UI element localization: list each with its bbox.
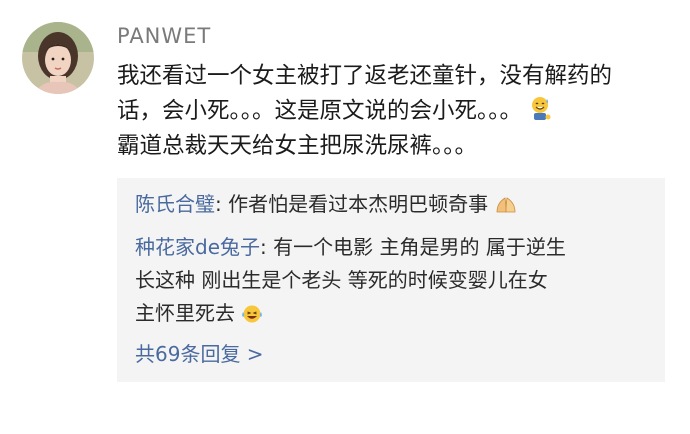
comment-line: 话，会小死。。。这是原文说的会小死。。。: [117, 94, 677, 129]
reply-separator: :: [260, 235, 274, 259]
reply-line: 主怀里死去: [135, 297, 655, 330]
reply-item: 种花家de兔子: 有一个电影 主角是男的 属于逆生 长这种 刚出生是个老头 等死…: [135, 231, 655, 330]
reply-text: 有一个电影 主角是男的 属于逆生: [273, 235, 566, 259]
reply-username[interactable]: 陈氏合璧: [135, 192, 215, 216]
sweat-smile-icon: [528, 96, 552, 122]
comment-line: 我还看过一个女主被打了返老还童针，没有解药的: [117, 63, 613, 89]
reply-line: 种花家de兔子: 有一个电影 主角是男的 属于逆生: [135, 231, 655, 264]
comment-username[interactable]: PANWET: [117, 24, 211, 48]
more-replies-link[interactable]: 共69条回复 >: [135, 338, 264, 367]
laughing-tears-icon: [241, 304, 263, 324]
folded-hands-icon: [494, 195, 518, 215]
comment-body: 我还看过一个女主被打了返老还童针，没有解药的 话，会小死。。。这是原文说的会小死…: [117, 59, 677, 164]
avatar-photo: [22, 22, 94, 94]
reply-username[interactable]: 种花家de兔子: [135, 235, 260, 259]
replies-panel: 陈氏合璧: 作者怕是看过本杰明巴顿奇事 种花家de兔子: 有一个电影 主角是男的…: [117, 178, 665, 382]
comment-line-text: 话，会小死。。。这是原文说的会小死。。。: [117, 98, 523, 124]
comment-line: 霸道总裁天天给女主把尿洗尿裤。。。: [117, 133, 478, 159]
reply-item: 陈氏合璧: 作者怕是看过本杰明巴顿奇事: [135, 188, 655, 221]
avatar[interactable]: [22, 22, 94, 94]
reply-line: 长这种 刚出生是个老头 等死的时候变婴儿在女: [135, 268, 548, 292]
reply-text: 作者怕是看过本杰明巴顿奇事: [228, 192, 489, 216]
reply-text: 主怀里死去: [135, 301, 235, 325]
reply-line: 陈氏合璧: 作者怕是看过本杰明巴顿奇事: [135, 188, 655, 221]
reply-separator: :: [215, 192, 229, 216]
